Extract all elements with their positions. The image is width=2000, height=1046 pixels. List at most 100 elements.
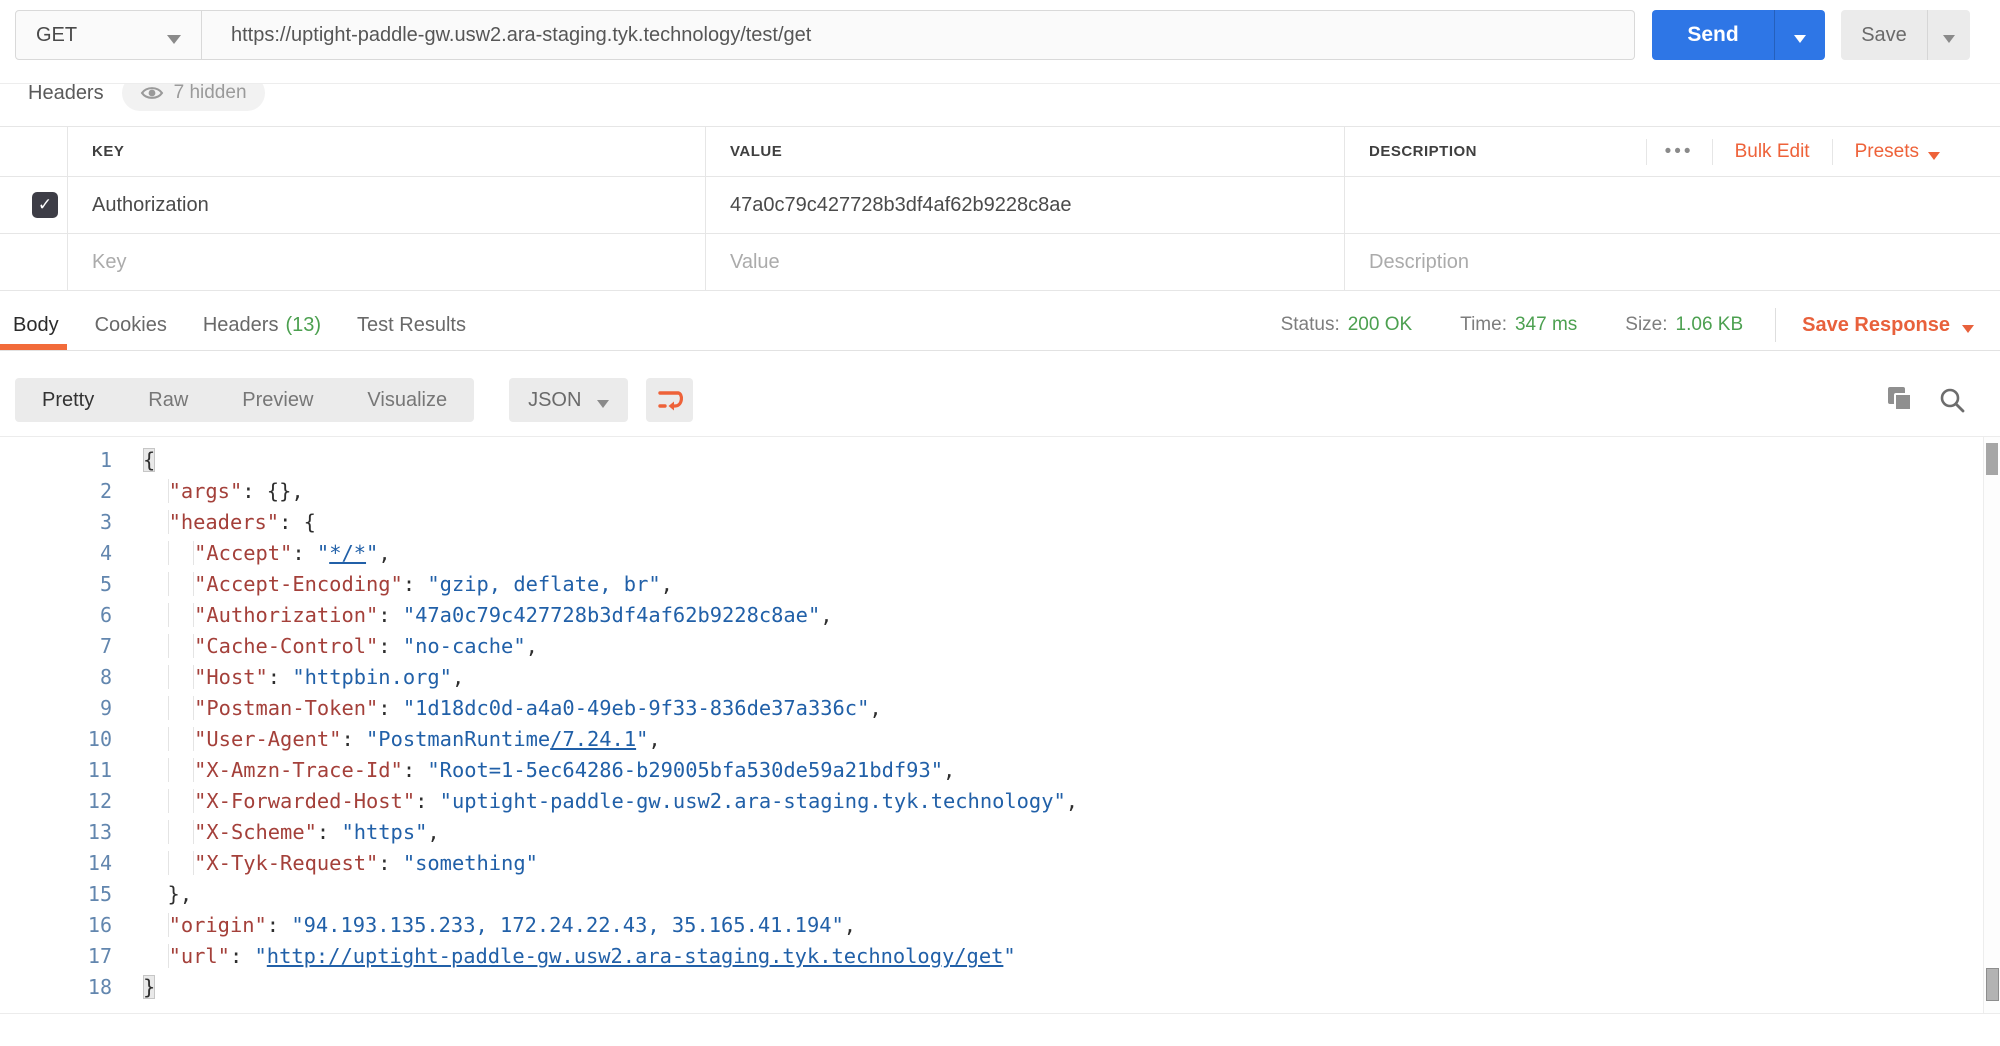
code-lines: 1{2 "args": {},3 "headers": {4 "Accept":… [0, 445, 1983, 1003]
save-options-button[interactable] [1928, 10, 1970, 60]
line-number: 13 [0, 817, 112, 848]
header-value-cell[interactable]: 47a0c79c427728b3df4af62b9228c8ae [730, 194, 1071, 217]
line-number: 10 [0, 724, 112, 755]
column-header-description: DESCRIPTION [1369, 143, 1477, 160]
send-button[interactable]: Send [1652, 10, 1825, 60]
divider [1712, 139, 1713, 165]
line-number: 11 [0, 755, 112, 786]
response-meta: Status: 200 OK Time: 347 ms Size: 1.06 K… [1233, 308, 2000, 342]
eye-icon [140, 84, 164, 103]
code-line: 6 "Authorization": "47a0c79c427728b3df4a… [0, 600, 1983, 631]
view-mode-tabs: Pretty Raw Preview Visualize [15, 378, 474, 422]
select-all-cell [0, 127, 68, 176]
code-line: 10 "User-Agent": "PostmanRuntime/7.24.1"… [0, 724, 1983, 755]
code-line: 4 "Accept": "*/*", [0, 538, 1983, 569]
headers-meta: Headers 7 hidden [0, 84, 2000, 128]
chevron-down-icon [1928, 152, 1940, 160]
headers-table: KEY VALUE DESCRIPTION ••• Bulk Edit Pres… [0, 126, 2000, 291]
response-view-toolbar: Pretty Raw Preview Visualize JSON [15, 378, 1985, 422]
divider [1646, 139, 1647, 165]
request-bar: GET https://uptight-paddle-gw.usw2.ara-s… [15, 10, 1970, 60]
headers-count-badge: (13) [285, 314, 321, 337]
format-select[interactable]: JSON [509, 378, 628, 422]
code-line: 11 "X-Amzn-Trace-Id": "Root=1-5ec64286-b… [0, 755, 1983, 786]
headers-section-title: Headers [28, 84, 104, 105]
key-input[interactable]: Key [92, 251, 126, 274]
copy-button[interactable] [1888, 387, 1914, 413]
tab-headers[interactable]: Headers (13) [203, 300, 321, 350]
chevron-down-icon [1794, 35, 1806, 43]
code-line: 9 "Postman-Token": "1d18dc0d-a4a0-49eb-9… [0, 693, 1983, 724]
divider [1832, 139, 1833, 165]
code-line: 13 "X-Scheme": "https", [0, 817, 1983, 848]
line-number: 17 [0, 941, 112, 972]
checkbox-checked[interactable] [32, 192, 58, 218]
chevron-down-icon [1943, 35, 1955, 43]
wrap-text-icon [656, 387, 684, 413]
code-line: 14 "X-Tyk-Request": "something" [0, 848, 1983, 879]
header-key-cell[interactable]: Authorization [92, 194, 209, 217]
line-number: 3 [0, 507, 112, 538]
hidden-headers-toggle[interactable]: 7 hidden [122, 84, 265, 111]
hidden-headers-label: 7 hidden [174, 84, 247, 104]
status-badge: Status: 200 OK [1281, 314, 1413, 336]
code-line: 8 "Host": "httpbin.org", [0, 662, 1983, 693]
size-badge: Size: 1.06 KB [1625, 314, 1743, 336]
line-number: 8 [0, 662, 112, 693]
line-number: 5 [0, 569, 112, 600]
line-number: 9 [0, 693, 112, 724]
line-number: 2 [0, 476, 112, 507]
copy-icon [1894, 393, 1912, 411]
line-number: 6 [0, 600, 112, 631]
url-input[interactable]: https://uptight-paddle-gw.usw2.ara-stagi… [202, 10, 1635, 60]
view-tab-raw[interactable]: Raw [121, 389, 215, 412]
view-tab-pretty[interactable]: Pretty [15, 389, 121, 412]
code-line: 12 "X-Forwarded-Host": "uptight-paddle-g… [0, 786, 1983, 817]
code-line: 1{ [0, 445, 1983, 476]
response-bar: Body Cookies Headers (13) Test Results S… [0, 300, 2000, 351]
description-input[interactable]: Description [1369, 251, 1469, 274]
line-number: 18 [0, 972, 112, 1003]
view-tab-preview[interactable]: Preview [215, 389, 340, 412]
method-select[interactable]: GET [15, 10, 202, 60]
save-button[interactable]: Save [1841, 10, 1970, 60]
chevron-down-icon [597, 400, 609, 408]
table-header-row: KEY VALUE DESCRIPTION ••• Bulk Edit Pres… [0, 127, 2000, 177]
response-tabs: Body Cookies Headers (13) Test Results [0, 300, 466, 350]
code-line: 18} [0, 972, 1983, 1003]
code-line: 17 "url": "http://uptight-paddle-gw.usw2… [0, 941, 1983, 972]
presets-dropdown[interactable]: Presets [1855, 141, 1940, 163]
code-line: 3 "headers": { [0, 507, 1983, 538]
line-number: 1 [0, 445, 112, 476]
wrap-text-button[interactable] [646, 378, 693, 422]
scrollbar-thumb[interactable] [1986, 968, 1999, 1001]
tab-cookies[interactable]: Cookies [95, 300, 167, 350]
scrollbar-thumb[interactable] [1986, 443, 1998, 475]
send-label[interactable]: Send [1652, 10, 1774, 60]
table-row: Authorization 47a0c79c427728b3df4af62b92… [0, 177, 2000, 234]
tab-body[interactable]: Body [13, 300, 59, 350]
tab-test-results[interactable]: Test Results [357, 300, 466, 350]
code-line: 7 "Cache-Control": "no-cache", [0, 631, 1983, 662]
value-input[interactable]: Value [730, 251, 780, 274]
line-number: 4 [0, 538, 112, 569]
time-badge: Time: 347 ms [1460, 314, 1577, 336]
search-icon[interactable] [1938, 386, 1966, 414]
response-body-editor[interactable]: 1{2 "args": {},3 "headers": {4 "Accept":… [0, 436, 2000, 1014]
save-label[interactable]: Save [1841, 10, 1927, 60]
method-label: GET [36, 24, 77, 47]
view-tab-visualize[interactable]: Visualize [340, 389, 474, 412]
more-actions-button[interactable]: ••• [1665, 141, 1694, 163]
column-header-key: KEY [92, 143, 124, 160]
code-line: 2 "args": {}, [0, 476, 1983, 507]
send-options-button[interactable] [1775, 10, 1825, 60]
save-response-button[interactable]: Save Response [1802, 314, 1974, 337]
code-line: 16 "origin": "94.193.135.233, 172.24.22.… [0, 910, 1983, 941]
line-number: 16 [0, 910, 112, 941]
vertical-scrollbar[interactable] [1983, 437, 2000, 1013]
bulk-edit-button[interactable]: Bulk Edit [1735, 141, 1810, 163]
line-number: 14 [0, 848, 112, 879]
code-line: 5 "Accept-Encoding": "gzip, deflate, br"… [0, 569, 1983, 600]
column-header-value: VALUE [730, 143, 782, 160]
chevron-down-icon [167, 35, 181, 44]
